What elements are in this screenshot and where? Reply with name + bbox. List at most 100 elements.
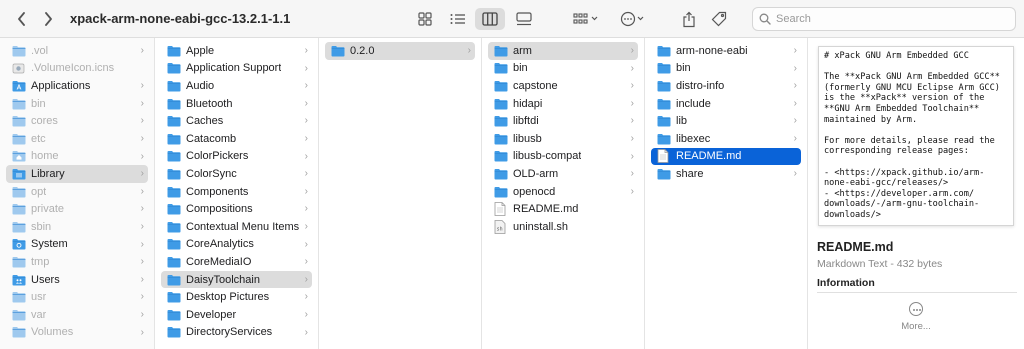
list-item[interactable]: hidapi › — [488, 95, 638, 113]
item-label: DirectoryServices — [186, 326, 273, 339]
column-arm[interactable]: arm-none-eabi › bin › distro-info › include › li… — [645, 38, 808, 349]
list-item[interactable]: opt › — [6, 183, 148, 201]
chevron-right-icon: › — [140, 308, 144, 320]
icon-view-button[interactable] — [412, 8, 438, 30]
list-item[interactable]: Library › — [6, 165, 148, 183]
item-label: Apple — [186, 44, 215, 57]
list-item[interactable]: DaisyToolchain › — [161, 270, 312, 289]
list-item[interactable]: Bluetooth › — [161, 95, 312, 113]
chevron-right-icon: › — [140, 115, 144, 127]
folder-icon — [167, 274, 181, 286]
list-item[interactable]: Desktop Pictures › — [161, 288, 312, 306]
list-item[interactable]: Apple › — [161, 42, 312, 60]
folder-icon — [12, 45, 26, 57]
list-item[interactable]: README.md — [488, 200, 638, 218]
list-item[interactable]: ColorSync › — [161, 165, 312, 183]
folder-icon — [167, 291, 181, 303]
list-item[interactable]: Applications › — [6, 77, 148, 95]
more-actions-button[interactable] — [616, 8, 650, 30]
list-item[interactable]: capstone › — [488, 77, 638, 95]
list-item[interactable]: cores › — [6, 112, 148, 130]
chevron-right-icon: › — [630, 132, 634, 144]
search-icon — [759, 13, 771, 25]
document-thumbnail[interactable]: # xPack GNU Arm Embedded GCC The **xPack… — [818, 46, 1014, 226]
column-daisytoolchain[interactable]: 0.2.0 › — [319, 38, 482, 349]
item-label: ColorPickers — [186, 150, 249, 163]
list-item[interactable]: Users › — [6, 271, 148, 289]
list-item[interactable]: openocd › — [488, 183, 638, 201]
back-button[interactable] — [12, 9, 32, 29]
list-item[interactable]: ColorPickers › — [161, 148, 312, 166]
list-item[interactable]: bin › — [651, 60, 801, 78]
item-label: uninstall.sh — [513, 220, 569, 233]
list-item[interactable]: Components › — [161, 183, 312, 201]
list-item[interactable]: README.md — [651, 147, 801, 166]
list-item[interactable]: Volumes › — [6, 324, 148, 342]
item-label: Developer — [186, 308, 237, 321]
folder-icon — [12, 115, 26, 127]
list-item[interactable]: sh uninstall.sh — [488, 218, 638, 236]
preview-pane: # xPack GNU Arm Embedded GCC The **xPack… — [808, 38, 1024, 349]
folder-icon — [12, 150, 26, 162]
list-item[interactable]: CoreMediaIO › — [161, 253, 312, 271]
column-root[interactable]: .vol › .VolumeIcon.icns Applications › bin › co… — [0, 38, 155, 349]
item-label: Components — [186, 185, 249, 198]
list-item[interactable]: Application Support › — [161, 60, 312, 78]
tag-button[interactable] — [708, 8, 730, 30]
list-item[interactable]: Developer › — [161, 306, 312, 324]
group-button[interactable] — [568, 8, 604, 30]
item-label: distro-info — [676, 79, 725, 92]
list-item[interactable]: lib › — [651, 112, 801, 130]
icns-file-icon — [12, 62, 26, 74]
list-item[interactable]: home › — [6, 148, 148, 166]
column-view-button[interactable] — [475, 8, 505, 30]
list-item[interactable]: include › — [651, 95, 801, 113]
list-item[interactable]: distro-info › — [651, 77, 801, 95]
list-item[interactable]: private › — [6, 200, 148, 218]
folder-icon — [494, 115, 508, 127]
share-button[interactable] — [678, 8, 700, 30]
item-label: Volumes — [31, 326, 74, 339]
list-item[interactable]: Contextual Menu Items › — [161, 218, 312, 236]
chevron-right-icon: › — [630, 115, 634, 127]
list-item[interactable]: sbin › — [6, 218, 148, 236]
list-item[interactable]: arm › — [488, 42, 638, 60]
list-item[interactable]: etc › — [6, 130, 148, 148]
item-label: .VolumeIcon.icns — [31, 62, 115, 75]
list-item[interactable]: bin › — [6, 95, 148, 113]
list-item[interactable]: tmp › — [6, 253, 148, 271]
search-field[interactable]: Search — [752, 7, 1016, 31]
list-item[interactable]: share › — [651, 165, 801, 183]
chevron-right-icon: › — [140, 238, 144, 250]
list-item[interactable]: arm-none-eabi › — [651, 42, 801, 60]
list-item[interactable]: System › — [6, 236, 148, 254]
column-version[interactable]: arm › bin › capstone › hidapi › libftdi › libusb › l… — [482, 38, 645, 349]
list-item[interactable]: DirectoryServices › — [161, 324, 312, 342]
list-item[interactable]: OLD-arm › — [488, 165, 638, 183]
list-item[interactable]: Caches › — [161, 112, 312, 130]
item-label: arm-none-eabi — [676, 44, 748, 57]
list-item[interactable]: .vol › — [6, 42, 148, 60]
chevron-right-icon: › — [140, 150, 144, 162]
list-item[interactable]: usr › — [6, 288, 148, 306]
forward-button[interactable] — [38, 9, 58, 29]
chevron-right-icon: › — [630, 150, 634, 162]
item-label: Application Support — [186, 62, 282, 75]
column-library[interactable]: Apple › Application Support › Audio › Bluetoot… — [155, 38, 319, 349]
list-item[interactable]: Compositions › — [161, 200, 312, 218]
list-item[interactable]: Audio › — [161, 77, 312, 95]
gallery-view-button[interactable] — [510, 8, 538, 30]
more-button[interactable]: More... — [896, 302, 936, 332]
list-item[interactable]: libftdi › — [488, 112, 638, 130]
list-view-button[interactable] — [444, 8, 472, 30]
chevron-right-icon: › — [630, 62, 634, 74]
list-item[interactable]: Catacomb › — [161, 130, 312, 148]
list-item[interactable]: CoreAnalytics › — [161, 236, 312, 254]
list-item[interactable]: 0.2.0 › — [325, 42, 475, 60]
list-item[interactable]: bin › — [488, 60, 638, 78]
list-item[interactable]: libusb-compat › — [488, 148, 638, 166]
list-item[interactable]: libexec › — [651, 130, 801, 148]
list-item[interactable]: .VolumeIcon.icns — [6, 60, 148, 78]
list-item[interactable]: libusb › — [488, 130, 638, 148]
list-item[interactable]: var › — [6, 306, 148, 324]
